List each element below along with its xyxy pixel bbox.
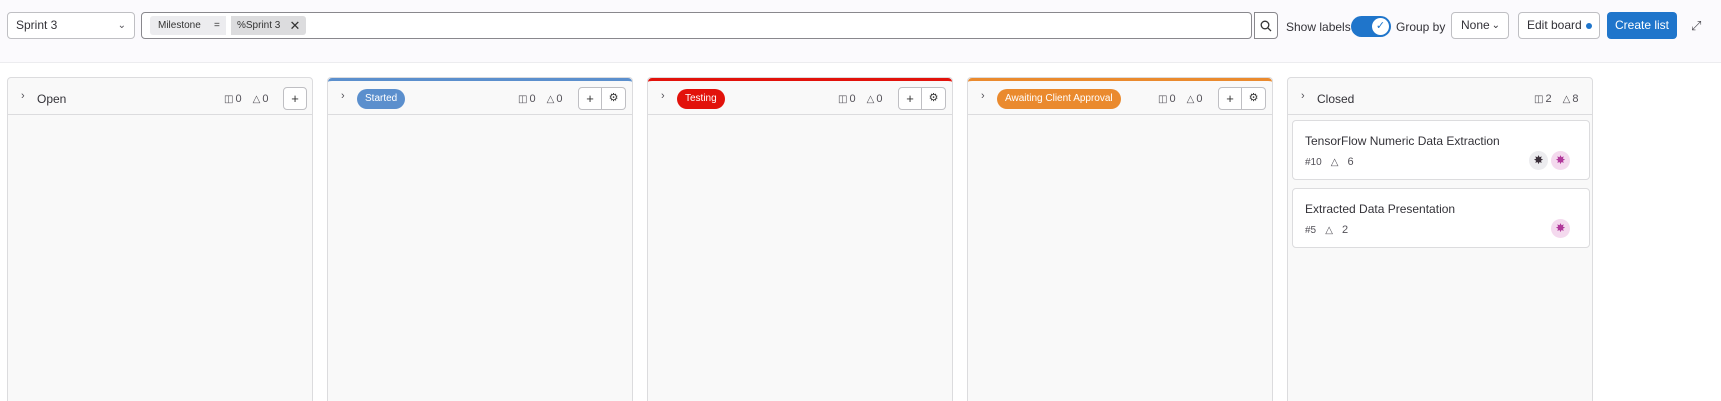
list-title: Closed: [1317, 92, 1355, 106]
issue-count: 0: [1169, 93, 1176, 105]
issue-id: #10: [1305, 157, 1322, 168]
list-header: › Closed ◫ 2 △ 8: [1288, 78, 1592, 115]
weight-icon: △: [866, 94, 875, 105]
expand-icon[interactable]: ⤢: [1691, 18, 1701, 34]
show-labels-label: Show labels: [1286, 20, 1351, 34]
filter-token-operator[interactable]: =: [208, 16, 226, 35]
edit-board-label: Edit board: [1527, 18, 1582, 32]
chevron-right-icon[interactable]: ›: [981, 90, 985, 102]
group-by-value: None: [1461, 18, 1490, 32]
avatar[interactable]: ✸: [1529, 151, 1548, 170]
weight-icon: △: [1330, 157, 1339, 168]
weight-count: 0: [262, 93, 269, 105]
board-toolbar: Sprint 3 ⌄ Milestone = %Sprint 3 ✕ ✕ Sho…: [0, 0, 1721, 63]
issues-icon: ◫: [1534, 94, 1544, 105]
issue-card[interactable]: Extracted Data Presentation #5 △ 2 ✸: [1292, 188, 1590, 248]
add-issue-button[interactable]: +: [898, 87, 922, 110]
gear-icon: ⚙: [928, 92, 939, 104]
board-list-awaiting-client-approval: › Awaiting Client Approval ◫ 0 △ 0 + ⚙: [967, 77, 1273, 401]
weight-count: 0: [556, 93, 563, 105]
list-counts: ◫ 0 △ 0: [1158, 93, 1202, 105]
plus-icon: +: [906, 91, 914, 106]
issue-id: #5: [1305, 225, 1317, 236]
list-label[interactable]: Testing: [677, 89, 725, 109]
issues-icon: ◫: [518, 94, 528, 105]
show-labels-toggle[interactable]: ✓: [1351, 16, 1391, 37]
issue-weight: 2: [1341, 224, 1349, 236]
weight-count: 0: [876, 93, 883, 105]
list-label[interactable]: Awaiting Client Approval: [997, 89, 1121, 109]
chevron-right-icon[interactable]: ›: [341, 90, 345, 102]
list-counts: ◫ 0 △ 0: [518, 93, 562, 105]
weight-icon: △: [1325, 225, 1333, 236]
list-label[interactable]: Started: [357, 89, 406, 109]
filter-search-bar[interactable]: Milestone = %Sprint 3 ✕ ✕: [141, 12, 1388, 39]
group-by-select[interactable]: None ⌄: [1451, 12, 1509, 39]
milestone-select-value: Sprint 3: [16, 18, 58, 32]
weight-icon: △: [546, 94, 555, 105]
chevron-right-icon[interactable]: ›: [21, 90, 25, 102]
list-counts: ◫ 2 △ 8: [1534, 93, 1578, 105]
weight-count: 0: [1196, 93, 1203, 105]
issue-count: 0: [235, 93, 242, 105]
weight-icon: △: [252, 94, 261, 105]
list-counts: ◫ 0 △ 0: [224, 93, 268, 105]
chevron-right-icon[interactable]: ›: [1301, 90, 1305, 102]
plus-icon: +: [1226, 91, 1234, 106]
search-icon: [1260, 20, 1272, 32]
check-icon: ✓: [1372, 18, 1389, 35]
issues-icon: ◫: [838, 94, 848, 105]
issues-icon: ◫: [1158, 94, 1168, 105]
list-header: › Open ◫ 0 △ 0 +: [8, 78, 312, 115]
list-counts: ◫ 0 △ 0: [838, 93, 882, 105]
list-title: Open: [37, 92, 67, 106]
search-button[interactable]: [1254, 12, 1278, 39]
issue-count: 0: [849, 93, 856, 105]
board-list-testing: › Testing ◫ 0 △ 0 + ⚙: [647, 77, 953, 401]
close-icon[interactable]: ✕: [289, 16, 300, 35]
list-header: › Awaiting Client Approval ◫ 0 △ 0 + ⚙: [968, 78, 1272, 115]
issue-count: 2: [1545, 93, 1552, 105]
chevron-down-icon: ⌄: [117, 20, 126, 31]
plus-icon: +: [586, 91, 594, 106]
board-list-open: › Open ◫ 0 △ 0 +: [7, 77, 313, 401]
add-issue-button[interactable]: +: [283, 87, 307, 110]
notification-dot: [1586, 23, 1592, 29]
create-list-button[interactable]: Create list: [1607, 12, 1677, 39]
add-issue-button[interactable]: +: [578, 87, 602, 110]
weight-count: 8: [1572, 93, 1579, 105]
chevron-right-icon[interactable]: ›: [661, 90, 665, 102]
board-list-closed: › Closed ◫ 2 △ 8 TensorFlow Numeric Data E…: [1287, 77, 1593, 401]
issues-icon: ◫: [224, 94, 234, 105]
weight-icon: △: [1562, 94, 1571, 105]
list-header: › Testing ◫ 0 △ 0 + ⚙: [648, 78, 952, 115]
edit-board-button[interactable]: Edit board: [1518, 12, 1600, 39]
issue-count: 0: [529, 93, 536, 105]
filter-token-value[interactable]: %Sprint 3 ✕: [231, 16, 307, 35]
milestone-select[interactable]: Sprint 3 ⌄: [7, 12, 135, 39]
filter-token-key[interactable]: Milestone: [150, 16, 209, 35]
issue-card-meta: #5 △ 2: [1305, 224, 1348, 236]
filter-token-value-text: %Sprint 3: [237, 20, 281, 31]
avatar[interactable]: ✸: [1551, 219, 1570, 238]
group-by-label: Group by: [1396, 20, 1446, 34]
list-header: › Started ◫ 0 △ 0 + ⚙: [328, 78, 632, 115]
issue-weight: 6: [1347, 156, 1354, 168]
issue-card-title[interactable]: Extracted Data Presentation: [1305, 202, 1455, 216]
weight-icon: △: [1186, 94, 1195, 105]
issue-card[interactable]: TensorFlow Numeric Data Extraction #10 △…: [1292, 120, 1590, 180]
list-settings-button[interactable]: ⚙: [602, 87, 626, 110]
issue-card-meta: #10 △ 6: [1305, 156, 1354, 168]
issue-card-title[interactable]: TensorFlow Numeric Data Extraction: [1305, 134, 1500, 148]
list-settings-button[interactable]: ⚙: [1242, 87, 1266, 110]
add-issue-button[interactable]: +: [1218, 87, 1242, 110]
plus-icon: +: [291, 91, 299, 106]
chevron-down-icon: ⌄: [1491, 20, 1500, 31]
gear-icon: ⚙: [608, 92, 619, 104]
avatar[interactable]: ✸: [1551, 151, 1570, 170]
list-settings-button[interactable]: ⚙: [922, 87, 946, 110]
gear-icon: ⚙: [1248, 92, 1259, 104]
board-list-started: › Started ◫ 0 △ 0 + ⚙: [327, 77, 633, 401]
